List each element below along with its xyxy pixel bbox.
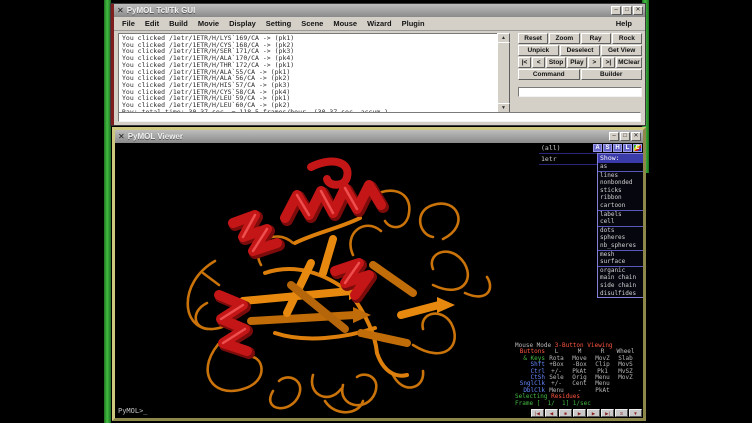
show-menu-item-cell[interactable]: cell [598, 218, 643, 226]
button-unpick[interactable]: Unpick [518, 45, 559, 56]
frame-counter: Frame [ 1/ 1] 1/sec [515, 401, 641, 407]
button-mclear[interactable]: MClear [616, 57, 642, 68]
window-menu-icon[interactable]: ✕ [117, 7, 124, 15]
menu-plugin[interactable]: Plugin [397, 18, 430, 29]
menu-bar-items: FileEditBuildMovieDisplaySettingSceneMou… [117, 18, 430, 29]
button-command[interactable]: Command [518, 69, 580, 80]
gl-viewport[interactable]: (all)ASHLC1etr Show: aslinesnonbondedsti… [115, 143, 643, 418]
vcr-play-icon[interactable]: ▶ [573, 409, 586, 417]
minimize-button[interactable]: – [609, 132, 619, 141]
panel-command-input[interactable] [518, 87, 642, 97]
show-menu-item-cartoon[interactable]: cartoon [598, 202, 643, 210]
show-menu-title: Show: [598, 154, 643, 163]
show-menu-item-dots[interactable]: dots [598, 227, 643, 235]
viewer-window-title: PyMOL Viewer [128, 132, 183, 141]
menu-scene[interactable]: Scene [296, 18, 328, 29]
control-row: ResetZoomRayRock [518, 33, 642, 44]
action-button-c[interactable]: C [633, 144, 642, 152]
control-panel: ResetZoomRayRockUnpickDeselectGet View|<… [518, 33, 642, 81]
menu-wizard[interactable]: Wizard [362, 18, 397, 29]
gui-window-controls: – □ ✕ [611, 6, 643, 15]
log-text: You clicked /1etr/1ETR/H/LYS`169/CA -> (… [119, 34, 497, 115]
vcr-stop-icon[interactable]: ■ [559, 409, 572, 417]
show-menu-item-disulfides[interactable]: disulfides [598, 290, 643, 298]
panel-entry-wrap [518, 81, 642, 99]
button-get-view[interactable]: Get View [601, 45, 642, 56]
object-action-buttons: ASHLC [593, 144, 642, 152]
menu-bar: FileEditBuildMovieDisplaySettingSceneMou… [114, 17, 645, 31]
menu-movie[interactable]: Movie [193, 18, 224, 29]
show-menu-item-mesh[interactable]: mesh [598, 251, 643, 259]
gui-titlebar[interactable]: ✕ PyMOL Tcl/Tk GUI – □ ✕ [114, 4, 645, 18]
command-prompt: PyMOL>_ [118, 407, 148, 415]
maximize-button[interactable]: □ [620, 132, 630, 141]
show-menu-popup: Show: aslinesnonbondedsticksribboncartoo… [597, 153, 643, 298]
button-zoom[interactable]: Zoom [549, 33, 579, 44]
control-row: CommandBuilder [518, 69, 642, 80]
show-menu-item-lines[interactable]: lines [598, 172, 643, 180]
button-btn[interactable]: >| [602, 57, 615, 68]
button-ray[interactable]: Ray [581, 33, 611, 44]
menu-file[interactable]: File [117, 18, 140, 29]
scrollbar-thumb[interactable] [497, 42, 510, 105]
minimize-button[interactable]: – [611, 6, 621, 15]
control-row: |<<StopPlay>>|MClear [518, 57, 642, 68]
show-menu-item-ribbon[interactable]: ribbon [598, 194, 643, 202]
button-builder[interactable]: Builder [581, 69, 643, 80]
close-button[interactable]: ✕ [633, 6, 643, 15]
vcr-step-back-icon[interactable]: ◀ [545, 409, 558, 417]
vcr-scene-icon[interactable]: S [615, 409, 628, 417]
show-menu-item-side-chain[interactable]: side chain [598, 282, 643, 290]
log-area: You clicked /1etr/1ETR/H/LYS`169/CA -> (… [118, 33, 498, 116]
control-row: UnpickDeselectGet View [518, 45, 642, 56]
close-button[interactable]: ✕ [631, 132, 641, 141]
button-btn[interactable]: > [588, 57, 601, 68]
show-menu-item-surface[interactable]: surface [598, 258, 643, 266]
menu-edit[interactable]: Edit [140, 18, 164, 29]
show-menu-item-main-chain[interactable]: main chain [598, 274, 643, 282]
menu-help[interactable]: Help [611, 18, 637, 29]
button-play[interactable]: Play [567, 57, 587, 68]
show-menu-item-nb-spheres[interactable]: nb_spheres [598, 242, 643, 250]
button-reset[interactable]: Reset [518, 33, 548, 44]
viewer-titlebar[interactable]: ✕ PyMOL Viewer – □ ✕ [115, 130, 643, 144]
window-menu-icon[interactable]: ✕ [118, 133, 125, 141]
action-button-a[interactable]: A [593, 144, 602, 152]
action-button-h[interactable]: H [613, 144, 622, 152]
show-menu-item-nonbonded[interactable]: nonbonded [598, 179, 643, 187]
gui-window: ✕ PyMOL Tcl/Tk GUI – □ ✕ FileEditBuildMo… [111, 4, 645, 125]
vcr-forward-icon[interactable]: ▶ [587, 409, 600, 417]
main-command-input[interactable] [118, 112, 641, 122]
viewer-window: ✕ PyMOL Viewer – □ ✕ [112, 127, 646, 421]
gui-window-title: PyMOL Tcl/Tk GUI [127, 6, 196, 15]
menu-display[interactable]: Display [224, 18, 261, 29]
action-button-l[interactable]: L [623, 144, 632, 152]
log-scrollbar[interactable]: ▲ ▼ [497, 33, 510, 114]
menu-build[interactable]: Build [164, 18, 193, 29]
mouse-mode-panel: Mouse Mode 3-Button ViewingButtonsLMRWhe… [515, 343, 641, 407]
show-menu-item-as[interactable]: as [598, 163, 643, 171]
button-btn[interactable]: < [532, 57, 545, 68]
show-menu-item-sticks[interactable]: sticks [598, 187, 643, 195]
vcr-menu-down-icon[interactable]: ▼ [629, 409, 642, 417]
viewer-window-controls: – □ ✕ [609, 132, 641, 141]
show-menu-item-organic[interactable]: organic [598, 267, 643, 275]
movie-vcr-controls: |◀◀■▶▶▶|S▼ [531, 409, 642, 417]
maximize-button[interactable]: □ [622, 6, 632, 15]
button-rock[interactable]: Rock [612, 33, 642, 44]
vcr-go-to-start-icon[interactable]: |◀ [531, 409, 544, 417]
show-menu-item-labels[interactable]: labels [598, 211, 643, 219]
button-btn[interactable]: |< [518, 57, 531, 68]
show-menu-item-spheres[interactable]: spheres [598, 234, 643, 242]
button-stop[interactable]: Stop [546, 57, 566, 68]
action-button-s[interactable]: S [603, 144, 612, 152]
vcr-go-to-end-icon[interactable]: ▶| [601, 409, 614, 417]
button-deselect[interactable]: Deselect [560, 45, 601, 56]
background-window-edge-left [104, 0, 111, 423]
menu-mouse[interactable]: Mouse [328, 18, 362, 29]
menu-setting[interactable]: Setting [261, 18, 296, 29]
desktop: ✕ PyMOL Tcl/Tk GUI – □ ✕ FileEditBuildMo… [0, 0, 752, 423]
